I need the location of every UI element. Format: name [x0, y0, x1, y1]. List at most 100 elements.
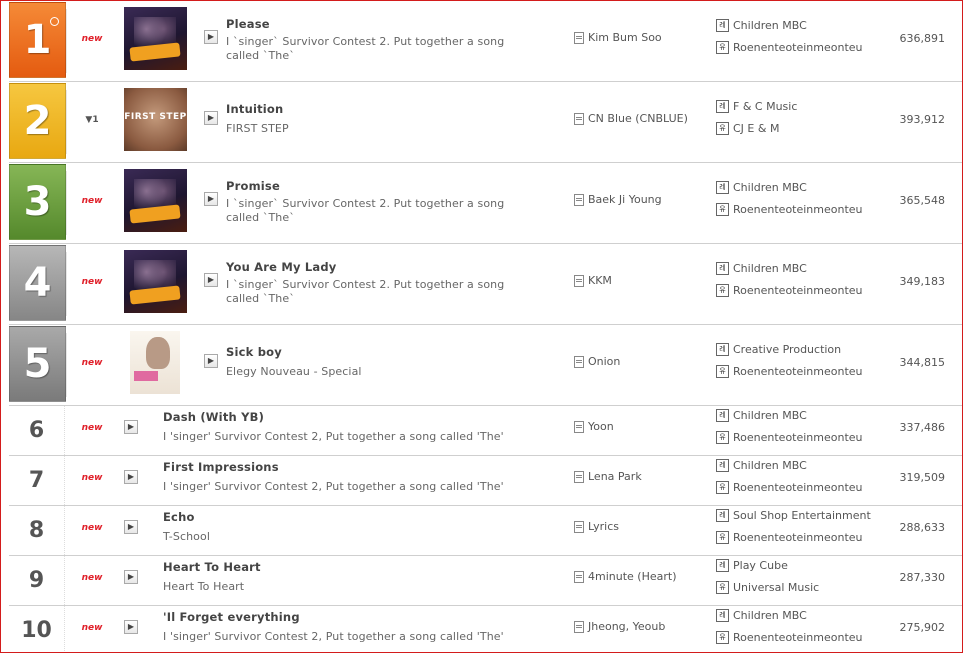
- artist[interactable]: Baek Ji Young: [574, 193, 662, 206]
- song-title[interactable]: Intuition: [226, 102, 283, 116]
- artist[interactable]: Jheong, Yeoub: [574, 620, 665, 633]
- album-name[interactable]: I `singer` Survivor Contest 2. Put toget…: [226, 278, 526, 306]
- artist-name[interactable]: KKM: [588, 274, 612, 287]
- label-name[interactable]: Children MBC: [733, 459, 807, 472]
- label-name[interactable]: Children MBC: [733, 262, 807, 275]
- play-button[interactable]: ▶: [124, 420, 138, 434]
- play-button[interactable]: ▶: [204, 354, 218, 368]
- label-distributor[interactable]: 레 Play Cube: [716, 559, 788, 572]
- play-count: 344,815: [899, 356, 946, 369]
- label-distributor[interactable]: 레 Children MBC: [716, 262, 807, 275]
- artist[interactable]: Kim Bum Soo: [574, 31, 662, 44]
- song-title[interactable]: 'Il Forget everything: [163, 610, 300, 624]
- label-publisher[interactable]: 유 Roenenteoteinmeonteu: [716, 284, 863, 297]
- album-name[interactable]: FIRST STEP: [226, 122, 526, 136]
- label-distributor[interactable]: 레 F & C Music: [716, 100, 797, 113]
- label-distributor[interactable]: 레 Children MBC: [716, 459, 807, 472]
- publisher-icon: 유: [716, 41, 729, 54]
- song-title[interactable]: Sick boy: [226, 345, 282, 359]
- label-name[interactable]: Children MBC: [733, 181, 807, 194]
- artist-name[interactable]: Kim Bum Soo: [588, 31, 662, 44]
- label-name[interactable]: Creative Production: [733, 343, 841, 356]
- play-button[interactable]: ▶: [204, 111, 218, 125]
- label-publisher[interactable]: 유 CJ E & M: [716, 122, 779, 135]
- play-button[interactable]: ▶: [124, 570, 138, 584]
- song-title[interactable]: Dash (With YB): [163, 410, 264, 424]
- label-publisher[interactable]: 유 Roenenteoteinmeonteu: [716, 631, 863, 644]
- publisher-name[interactable]: Roenenteoteinmeonteu: [733, 531, 863, 544]
- play-count: 287,330: [899, 571, 946, 584]
- label-name[interactable]: Children MBC: [733, 609, 807, 622]
- album-name[interactable]: Elegy Nouveau - Special: [226, 365, 526, 379]
- artist-name[interactable]: Baek Ji Young: [588, 193, 662, 206]
- album-cover-firststep[interactable]: FIRST STEP: [124, 88, 187, 151]
- artist-name[interactable]: Lena Park: [588, 470, 642, 483]
- artist[interactable]: CN Blue (CNBLUE): [574, 112, 688, 125]
- label-publisher[interactable]: 유 Roenenteoteinmeonteu: [716, 41, 863, 54]
- publisher-name[interactable]: CJ E & M: [733, 122, 779, 135]
- play-button[interactable]: ▶: [124, 620, 138, 634]
- song-title[interactable]: Heart To Heart: [163, 560, 261, 574]
- artist-name[interactable]: Onion: [588, 355, 620, 368]
- album-cover-onion[interactable]: [130, 331, 180, 394]
- album-name[interactable]: I 'singer' Survivor Contest 2, Put toget…: [163, 430, 563, 444]
- song-title[interactable]: Promise: [226, 179, 280, 193]
- publisher-name[interactable]: Universal Music: [733, 581, 819, 594]
- label-distributor[interactable]: 레 Children MBC: [716, 19, 807, 32]
- publisher-name[interactable]: Roenenteoteinmeonteu: [733, 631, 863, 644]
- album-name[interactable]: I `singer` Survivor Contest 2. Put toget…: [226, 197, 526, 225]
- label-distributor[interactable]: 레 Children MBC: [716, 609, 807, 622]
- artist-name[interactable]: Yoon: [588, 420, 614, 433]
- label-name[interactable]: F & C Music: [733, 100, 797, 113]
- song-title[interactable]: Please: [226, 17, 270, 31]
- song-title[interactable]: You Are My Lady: [226, 260, 337, 274]
- play-button[interactable]: ▶: [204, 273, 218, 287]
- play-button[interactable]: ▶: [124, 470, 138, 484]
- artist[interactable]: 4minute (Heart): [574, 570, 677, 583]
- artist[interactable]: Lyrics: [574, 520, 619, 533]
- play-button[interactable]: ▶: [204, 30, 218, 44]
- label-publisher[interactable]: 유 Roenenteoteinmeonteu: [716, 203, 863, 216]
- publisher-name[interactable]: Roenenteoteinmeonteu: [733, 431, 863, 444]
- label-publisher[interactable]: 유 Roenenteoteinmeonteu: [716, 531, 863, 544]
- publisher-name[interactable]: Roenenteoteinmeonteu: [733, 203, 863, 216]
- play-button[interactable]: ▶: [124, 520, 138, 534]
- album-name[interactable]: I 'singer' Survivor Contest 2, Put toget…: [163, 480, 563, 494]
- artist[interactable]: Yoon: [574, 420, 614, 433]
- label-distributor[interactable]: 레 Creative Production: [716, 343, 841, 356]
- label-name[interactable]: Play Cube: [733, 559, 788, 572]
- artist[interactable]: KKM: [574, 274, 612, 287]
- artist[interactable]: Onion: [574, 355, 620, 368]
- album-name[interactable]: Heart To Heart: [163, 580, 563, 594]
- change-badge: new: [81, 573, 103, 583]
- publisher-name[interactable]: Roenenteoteinmeonteu: [733, 481, 863, 494]
- album-cover-survivor[interactable]: [124, 250, 187, 313]
- publisher-name[interactable]: Roenenteoteinmeonteu: [733, 365, 863, 378]
- artist-name[interactable]: Jheong, Yeoub: [588, 620, 665, 633]
- label-distributor[interactable]: 레 Soul Shop Entertainment: [716, 509, 871, 522]
- artist-name[interactable]: 4minute (Heart): [588, 570, 677, 583]
- artist-name[interactable]: CN Blue (CNBLUE): [588, 112, 688, 125]
- album-name[interactable]: I `singer` Survivor Contest 2. Put toget…: [226, 35, 526, 63]
- artist-name[interactable]: Lyrics: [588, 520, 619, 533]
- label-distributor[interactable]: 레 Children MBC: [716, 409, 807, 422]
- label-distributor[interactable]: 레 Children MBC: [716, 181, 807, 194]
- publisher-name[interactable]: Roenenteoteinmeonteu: [733, 284, 863, 297]
- album-name[interactable]: T-School: [163, 530, 563, 544]
- album-name[interactable]: I 'singer' Survivor Contest 2, Put toget…: [163, 630, 563, 644]
- label-name[interactable]: Children MBC: [733, 409, 807, 422]
- search-icon[interactable]: [50, 17, 59, 26]
- label-publisher[interactable]: 유 Roenenteoteinmeonteu: [716, 481, 863, 494]
- label-publisher[interactable]: 유 Roenenteoteinmeonteu: [716, 365, 863, 378]
- label-name[interactable]: Soul Shop Entertainment: [733, 509, 871, 522]
- artist[interactable]: Lena Park: [574, 470, 642, 483]
- song-title[interactable]: First Impressions: [163, 460, 279, 474]
- label-name[interactable]: Children MBC: [733, 19, 807, 32]
- label-publisher[interactable]: 유 Roenenteoteinmeonteu: [716, 431, 863, 444]
- publisher-name[interactable]: Roenenteoteinmeonteu: [733, 41, 863, 54]
- label-publisher[interactable]: 유 Universal Music: [716, 581, 819, 594]
- play-button[interactable]: ▶: [204, 192, 218, 206]
- song-title[interactable]: Echo: [163, 510, 195, 524]
- album-cover-survivor[interactable]: [124, 7, 187, 70]
- album-cover-survivor[interactable]: [124, 169, 187, 232]
